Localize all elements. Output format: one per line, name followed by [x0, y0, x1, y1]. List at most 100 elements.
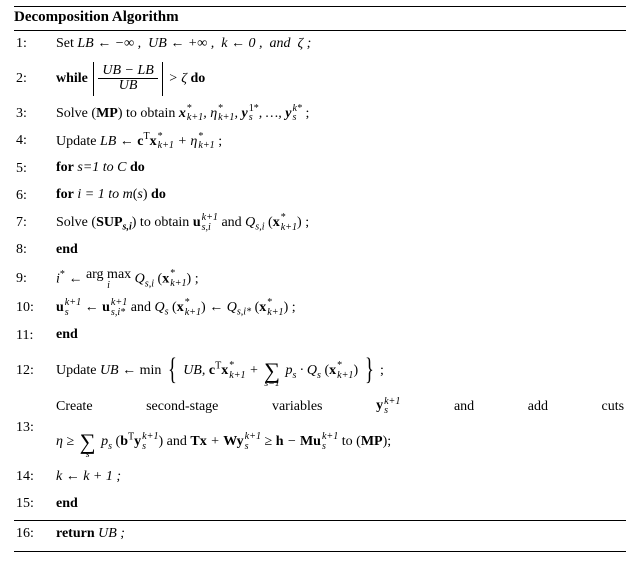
text: and [167, 434, 191, 449]
line-13a: 13: Create second-stage variables yk+1s … [14, 393, 626, 421]
supsub: 1*s [249, 104, 259, 123]
fraction: UB − LB UB [98, 64, 157, 94]
line-num: 10: [14, 294, 54, 322]
math: x [329, 363, 336, 378]
line-body: Update LB ← cTx*k+1 + η*k+1 ; [54, 128, 626, 156]
text: and [131, 300, 155, 315]
math: Q [135, 271, 145, 286]
keyword-while: while [56, 71, 91, 86]
rbrace-icon: } [365, 362, 374, 377]
text: Create [56, 398, 93, 413]
math: k ← k + 1 ; [56, 469, 121, 484]
math: i = 1 to m [74, 187, 133, 202]
supsub: k+1s [65, 298, 81, 317]
math: ← [81, 300, 102, 315]
math: ← [65, 271, 86, 286]
math: u [102, 300, 110, 315]
supsub: *k+1 [281, 213, 297, 232]
math: x [162, 271, 169, 286]
line-num: 15: [14, 491, 54, 518]
math: UB, [183, 363, 209, 378]
text: ) [143, 187, 151, 202]
math: , …, [259, 106, 285, 121]
text: ) to obtain [118, 106, 179, 121]
math: − [283, 434, 299, 449]
text: Set [56, 36, 77, 51]
supsub: *k+1 [267, 298, 283, 317]
keyword-end: end [56, 327, 78, 342]
text: ) ; [297, 215, 309, 230]
line-body: η ≥ ∑s ps (bTyk+1s) and Tx + Wyk+1s ≥ h … [54, 420, 626, 464]
keyword-do: do [190, 71, 205, 86]
line-num: 2: [14, 58, 54, 100]
line-num: 3: [14, 100, 54, 128]
mp: MP [96, 106, 118, 121]
text: ( [154, 271, 162, 286]
text: ; [215, 133, 222, 148]
text: Solve ( [56, 215, 96, 230]
keyword-for: for [56, 187, 74, 202]
supsub: *k+1 [229, 361, 245, 380]
math: > ζ [168, 71, 190, 86]
algorithm-table-return: 16: return UB ; [14, 521, 626, 548]
math: y [285, 106, 291, 121]
line-num: 9: [14, 264, 54, 295]
line-11: 11: end [14, 322, 626, 349]
math: + [207, 434, 223, 449]
sub: s,i [123, 222, 132, 233]
math: y [134, 434, 141, 449]
argmax: arg maxi [86, 268, 131, 291]
abs-expr: UB − LB UB [91, 62, 164, 96]
line-num: 11: [14, 322, 54, 349]
line-body: end [54, 322, 626, 349]
bottom-rule [14, 551, 626, 552]
line-7: 7: Solve (SUPs,i) to obtain uk+1s,i and … [14, 209, 626, 237]
math: ≥ [261, 434, 276, 449]
supsub: *k+1 [158, 132, 174, 151]
math: x [259, 300, 266, 315]
text: second-stage [146, 398, 218, 413]
text: to ( [342, 434, 361, 449]
text: variables [272, 398, 323, 413]
line-num: 1: [14, 31, 54, 58]
supsub: *k+1 [170, 269, 186, 288]
math: Q [227, 300, 237, 315]
math: x [273, 215, 280, 230]
frac-num: UB − LB [98, 64, 157, 80]
line-num: 13: [14, 393, 54, 464]
supsub: k+1s,i [202, 213, 218, 232]
math: Wy [223, 434, 243, 449]
math: , η [203, 106, 217, 121]
text: ); [383, 434, 392, 449]
line-2: 2: while UB − LB UB > ζ do [14, 58, 626, 100]
math: b [120, 434, 128, 449]
math: x [221, 363, 228, 378]
math: + η [174, 133, 197, 148]
line-6: 6: for i = 1 to m(s) do [14, 182, 626, 209]
line-num: 12: [14, 349, 54, 393]
line-9: 9: i* ← arg maxi Qs,i (x*k+1) ; [14, 264, 626, 295]
line-body: Create second-stage variables yk+1s and … [54, 393, 626, 421]
line-8: 8: end [14, 237, 626, 264]
supsub: k+1s,i* [111, 298, 127, 317]
math: yk+1s [376, 398, 400, 413]
keyword-for: for [56, 160, 74, 175]
math: x [179, 106, 186, 121]
line-body: end [54, 491, 626, 518]
text: ) to obtain [132, 215, 193, 230]
math: Q [154, 300, 164, 315]
math: x [150, 133, 157, 148]
text: ( [169, 300, 177, 315]
text: cuts [602, 398, 625, 413]
line-body: Update UB ← min { UB, cTx*k+1 + ∑s=1 ps … [54, 349, 626, 393]
mp: MP [361, 434, 383, 449]
line-body: for i = 1 to m(s) do [54, 182, 626, 209]
text: and [454, 398, 474, 413]
supsub: k+1s [322, 432, 338, 451]
line-3: 3: Solve (MP) to obtain x*k+1, η*k+1, y1… [14, 100, 626, 128]
math: · Q [296, 363, 317, 378]
text: add [528, 398, 548, 413]
lbrace-icon: { [168, 362, 177, 377]
text: ) [159, 434, 164, 449]
line-1: 1: Set LB ← −∞ , UB ← +∞ , k ← 0 , and ζ… [14, 31, 626, 58]
